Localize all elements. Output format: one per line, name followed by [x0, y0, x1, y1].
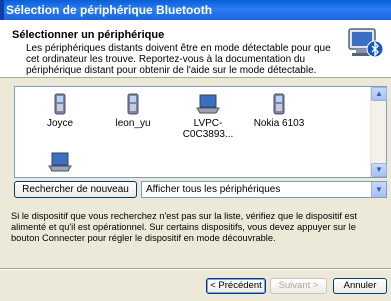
next-button[interactable]: Suivant >	[270, 278, 327, 294]
laptop-icon	[48, 152, 72, 172]
device-label: Joyce	[46, 118, 74, 129]
chevron-up-icon: ▲	[375, 89, 383, 98]
header-description: Les périphériques distants doivent être …	[26, 43, 331, 76]
header-title: Sélectionner un périphérique	[12, 29, 165, 41]
device-label: leon_yu	[115, 118, 151, 129]
search-again-button[interactable]: Rechercher de nouveau	[14, 181, 137, 198]
device-list[interactable]: Joyce leon_yu LVPC-C0C3893... Nokia 6103…	[14, 86, 387, 178]
list-item[interactable]: LVPC-C0C3893...	[173, 93, 243, 140]
device-filter-select[interactable]: Afficher tous les périphériques ▼	[141, 181, 387, 198]
mobile-phone-icon	[273, 93, 285, 115]
mobile-phone-icon	[127, 93, 139, 115]
list-item[interactable]: leon_yu	[98, 93, 168, 129]
chevron-down-icon[interactable]: ▼	[371, 182, 386, 197]
scroll-down-button[interactable]: ▼	[371, 163, 387, 177]
device-label: Nokia 6103	[253, 118, 305, 129]
laptop-icon	[196, 94, 220, 114]
bluetooth-computer-icon	[348, 28, 383, 58]
bluetooth-device-dialog: Sélection de périphérique Bluetooth Séle…	[0, 0, 391, 301]
cancel-button[interactable]: Annuler	[333, 278, 387, 294]
footer-divider	[0, 268, 391, 270]
help-text: Si le dispositif que vous recherchez n'e…	[11, 211, 357, 243]
back-button[interactable]: < Précédent	[206, 278, 266, 294]
scroll-up-button[interactable]: ▲	[371, 87, 387, 101]
mobile-phone-icon	[54, 93, 66, 115]
list-item[interactable]	[25, 151, 95, 176]
device-label: LVPC-C0C3893...	[182, 118, 234, 140]
title-bar: Sélection de périphérique Bluetooth	[0, 0, 391, 20]
window-title: Sélection de périphérique Bluetooth	[6, 3, 213, 17]
filter-selected-value: Afficher tous les périphériques	[146, 184, 281, 195]
list-item[interactable]: Nokia 6103	[244, 93, 314, 129]
list-item[interactable]: Joyce	[25, 93, 95, 129]
vertical-scrollbar[interactable]: ▲ ▼	[370, 87, 387, 177]
chevron-down-icon: ▼	[375, 165, 383, 174]
wizard-header: Sélectionner un périphérique Les périphé…	[0, 20, 391, 78]
